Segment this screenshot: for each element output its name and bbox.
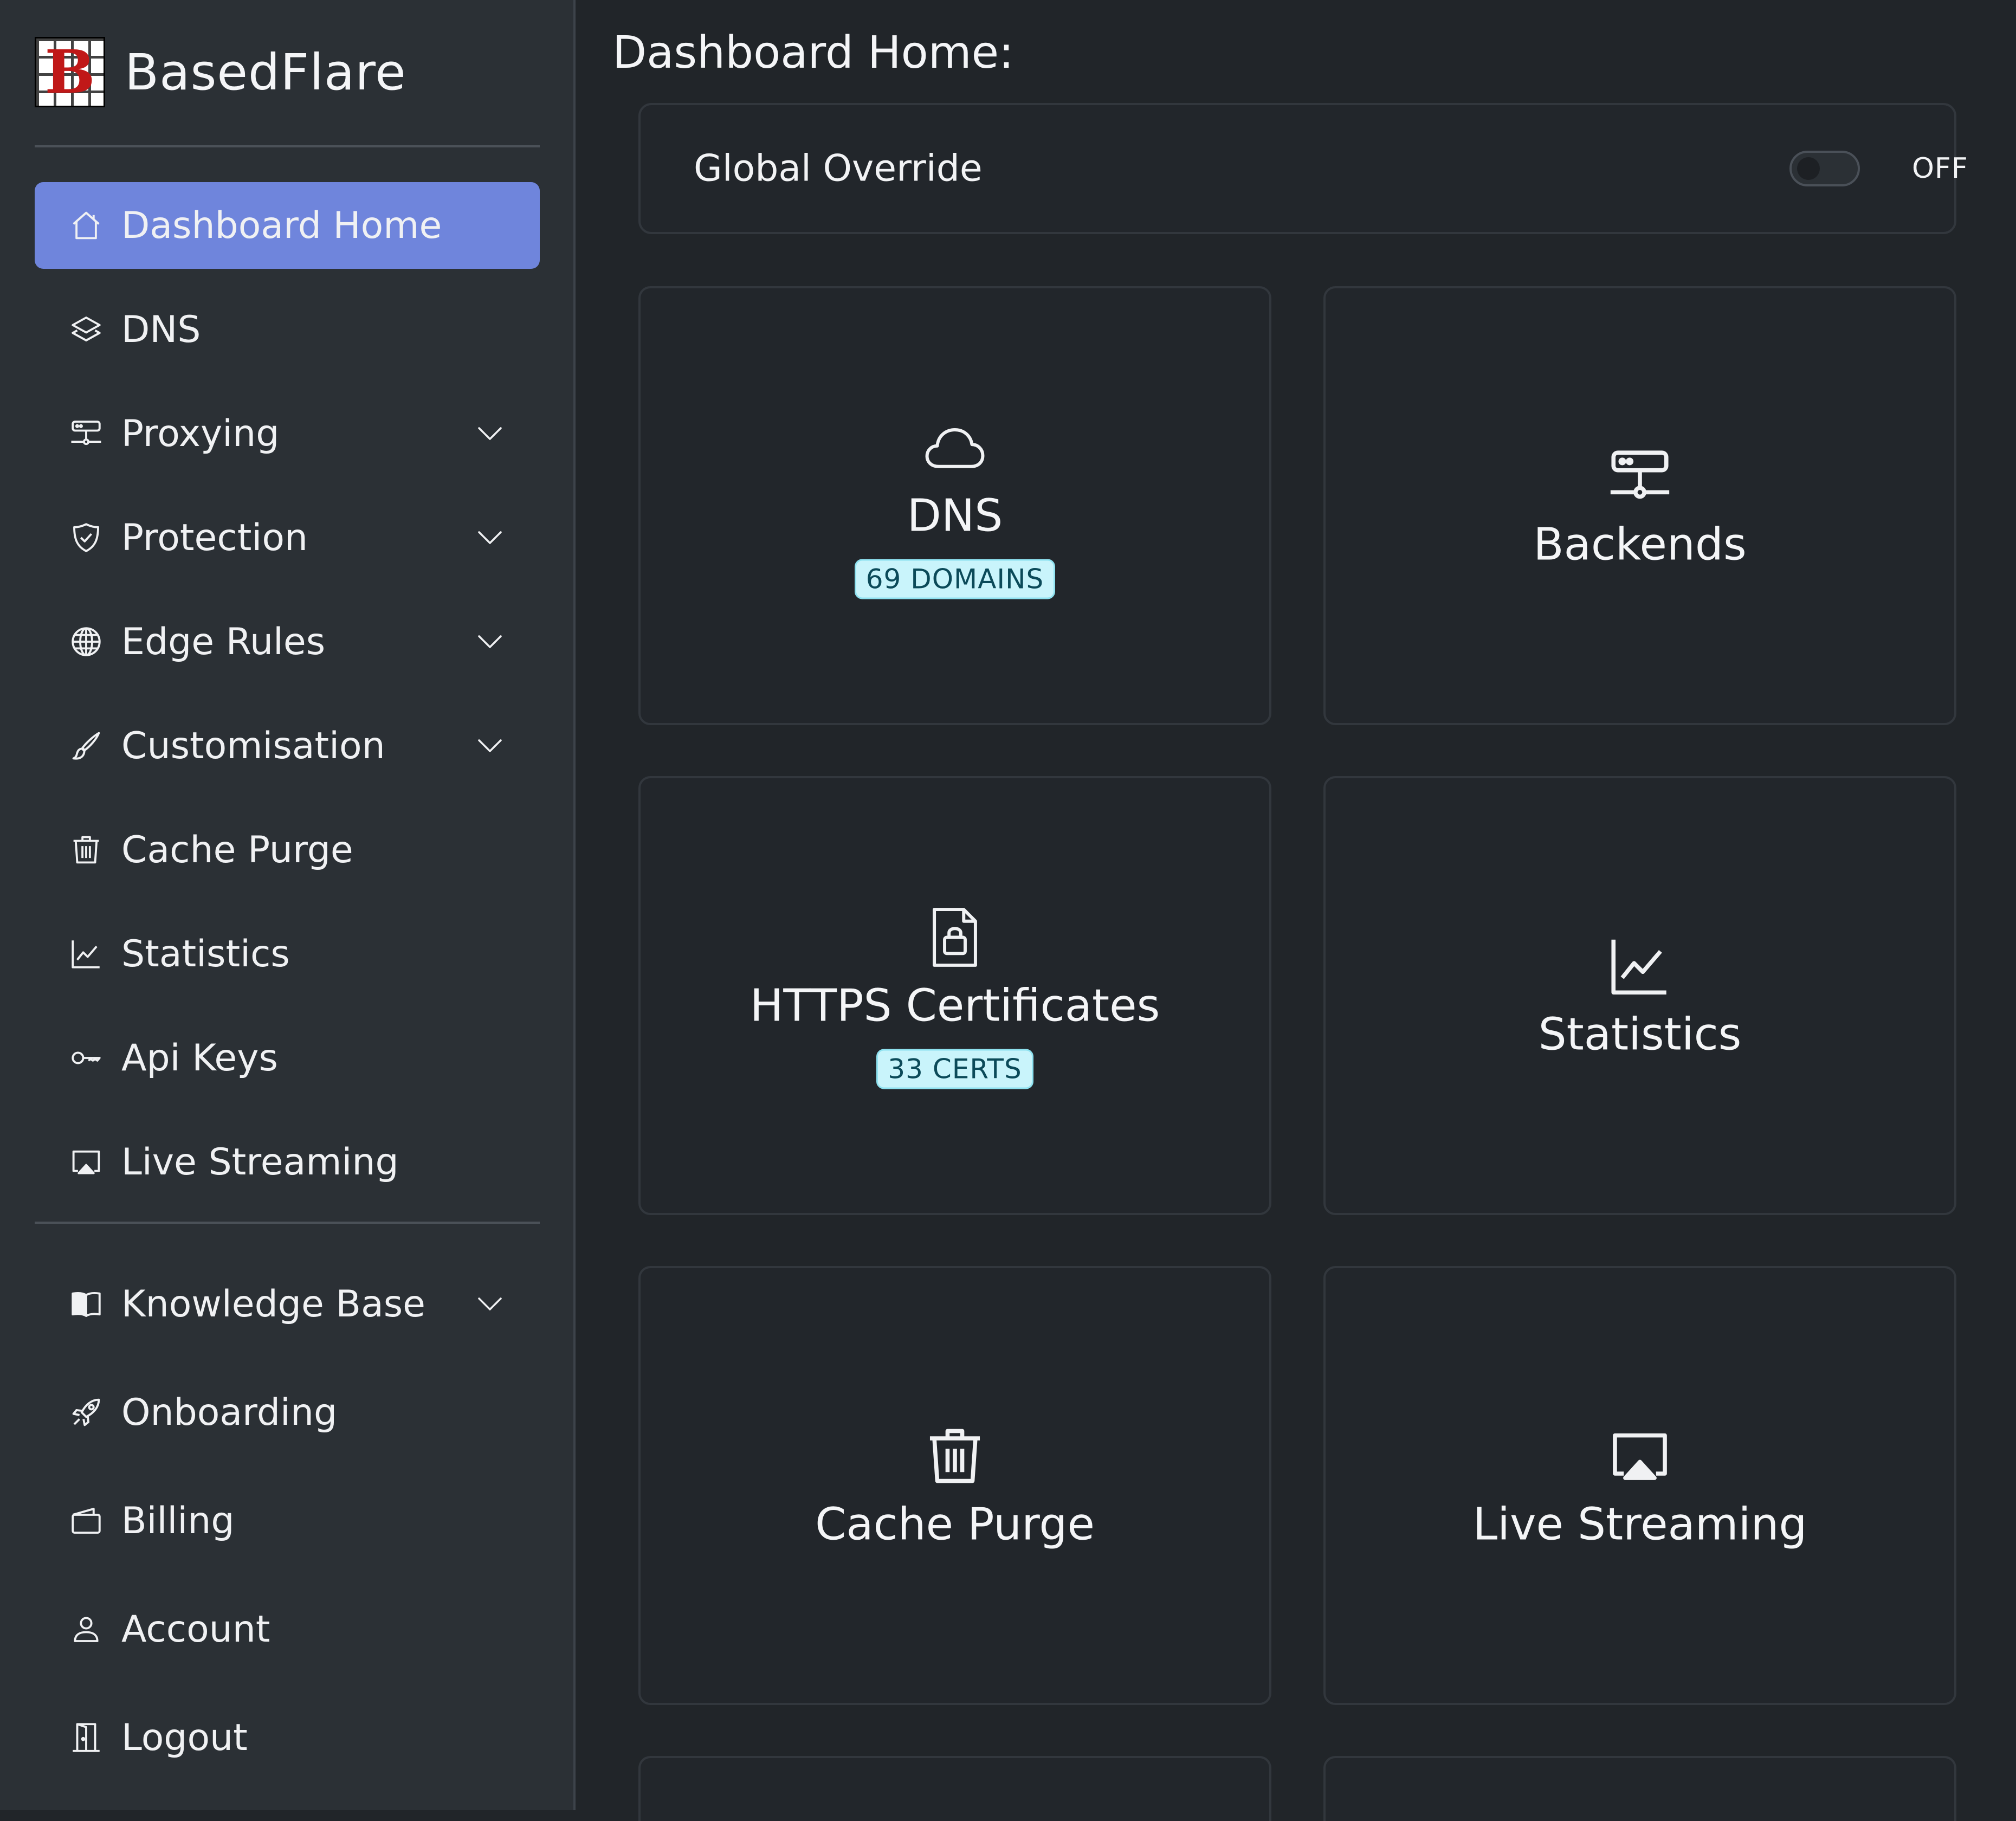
tile-content: HTTPS Certificates 33 CERTS	[641, 902, 1269, 1089]
tile-title: Cache Purge	[815, 1499, 1095, 1551]
sidebar-item-label: Cache Purge	[121, 828, 353, 871]
count-badge: 69 DOMAINS	[854, 559, 1056, 599]
sidebar-item-statistics[interactable]: Statistics	[35, 910, 540, 997]
global-override-card: Global Override OFF	[638, 103, 1968, 234]
rocket-icon	[67, 1393, 105, 1431]
tile-title: Backends	[1533, 519, 1747, 571]
basedflare-logo-icon: B	[35, 37, 105, 107]
globe-icon	[67, 623, 105, 661]
shield-check-icon	[67, 519, 105, 557]
tile-title: Statistics	[1538, 1009, 1742, 1061]
airplay-icon	[1605, 1421, 1675, 1491]
brand[interactable]: B BasedFlare	[35, 37, 406, 107]
sidebar-item-label: Edge Rules	[121, 620, 326, 663]
global-override-label: Global Override	[694, 147, 983, 190]
toggle-knob	[1797, 157, 1820, 180]
door-icon	[67, 1719, 105, 1757]
dashboard-tile-dns[interactable]: DNS 69 DOMAINS	[638, 286, 1271, 725]
sidebar-item-proxying[interactable]: Proxying	[35, 390, 540, 477]
dashboard-tile-partial[interactable]	[1323, 1756, 1956, 1821]
sidebar-item-label: Onboarding	[121, 1391, 338, 1434]
dashboard-tile-live-streaming[interactable]: Live Streaming	[1323, 1266, 1956, 1705]
graph-up-icon	[1605, 931, 1675, 1002]
sidebar-item-label: Customisation	[121, 724, 385, 767]
sidebar-item-label: Api Keys	[121, 1036, 278, 1080]
sidebar-item-label: Knowledge Base	[121, 1282, 425, 1326]
sidebar-item-customisation[interactable]: Customisation	[35, 702, 540, 789]
sidebar-item-label: Account	[121, 1607, 270, 1651]
sidebar-item-cache-purge[interactable]: Cache Purge	[35, 806, 540, 893]
global-override-state: OFF	[1912, 152, 1968, 185]
tile-title: HTTPS Certificates	[749, 980, 1160, 1032]
file-lock-icon	[920, 902, 990, 973]
chevron-down-icon[interactable]	[474, 729, 506, 762]
server-icon	[67, 415, 105, 453]
main-content: Dashboard Home: Global Override OFF DNS 6…	[578, 0, 2016, 1821]
brand-name: BasedFlare	[125, 43, 406, 101]
sidebar-item-account[interactable]: Account	[35, 1586, 540, 1673]
global-override-toggle[interactable]	[1789, 151, 1860, 186]
sidebar-item-onboarding[interactable]: Onboarding	[35, 1369, 540, 1456]
sidebar-item-billing[interactable]: Billing	[35, 1477, 540, 1564]
tile-title: Live Streaming	[1472, 1499, 1807, 1551]
book-icon	[67, 1285, 105, 1323]
sidebar-item-label: Live Streaming	[121, 1140, 399, 1184]
count-badge: 33 CERTS	[876, 1049, 1033, 1089]
trash-icon	[67, 831, 105, 869]
sidebar-item-label: Statistics	[121, 932, 290, 976]
chevron-down-icon[interactable]	[474, 521, 506, 554]
chevron-down-icon[interactable]	[474, 1288, 506, 1320]
dashboard-tile-cache-purge[interactable]: Cache Purge	[638, 1266, 1271, 1705]
sidebar-item-protection[interactable]: Protection	[35, 494, 540, 581]
wallet-icon	[67, 1502, 105, 1540]
key-icon	[67, 1039, 105, 1077]
tile-content: Live Streaming	[1326, 1421, 1954, 1551]
sidebar-item-label: DNS	[121, 308, 201, 351]
brush-icon	[67, 727, 105, 765]
sidebar-item-logout[interactable]: Logout	[35, 1694, 540, 1781]
tile-title: DNS	[907, 490, 1003, 542]
sidebar-item-dashboard-home[interactable]: Dashboard Home	[35, 182, 540, 269]
dashboard-tile-statistics[interactable]: Statistics	[1323, 776, 1956, 1215]
layers-icon	[67, 311, 105, 348]
sidebar-item-label: Logout	[121, 1716, 248, 1759]
graph-up-icon	[67, 935, 105, 973]
sidebar-item-label: Billing	[121, 1499, 235, 1542]
sidebar-item-live-streaming[interactable]: Live Streaming	[35, 1119, 540, 1205]
dashboard-tile-partial[interactable]	[638, 1756, 1271, 1821]
sidebar: B BasedFlare Dashboard Home DNS Proxying Pr…	[0, 0, 576, 1810]
sidebar-item-api-keys[interactable]: Api Keys	[35, 1015, 540, 1101]
sidebar-divider	[35, 145, 540, 147]
dashboard-tile-backends[interactable]: Backends	[1323, 286, 1956, 725]
tile-content: DNS 69 DOMAINS	[641, 412, 1269, 599]
trash-icon	[920, 1421, 990, 1491]
sidebar-item-knowledge-base[interactable]: Knowledge Base	[35, 1261, 540, 1347]
sidebar-item-label: Proxying	[121, 412, 280, 455]
sidebar-item-label: Dashboard Home	[121, 204, 442, 247]
chevron-down-icon[interactable]	[474, 625, 506, 658]
sidebar-item-dns[interactable]: DNS	[35, 286, 540, 373]
airplay-icon	[67, 1143, 105, 1181]
sidebar-divider	[35, 1222, 540, 1224]
person-icon	[67, 1610, 105, 1648]
tile-content: Statistics	[1326, 931, 1954, 1061]
server-icon	[1605, 441, 1675, 512]
sidebar-item-label: Protection	[121, 516, 308, 559]
home-icon	[67, 206, 105, 244]
tile-content: Cache Purge	[641, 1421, 1269, 1551]
page-title: Dashboard Home:	[612, 27, 1014, 79]
tile-content: Backends	[1326, 441, 1954, 571]
brand-logo-letter: B	[44, 37, 95, 107]
chevron-down-icon[interactable]	[474, 417, 506, 450]
dashboard-tile-https-certificates[interactable]: HTTPS Certificates 33 CERTS	[638, 776, 1271, 1215]
sidebar-item-edge-rules[interactable]: Edge Rules	[35, 598, 540, 685]
cloud-icon	[920, 412, 990, 483]
